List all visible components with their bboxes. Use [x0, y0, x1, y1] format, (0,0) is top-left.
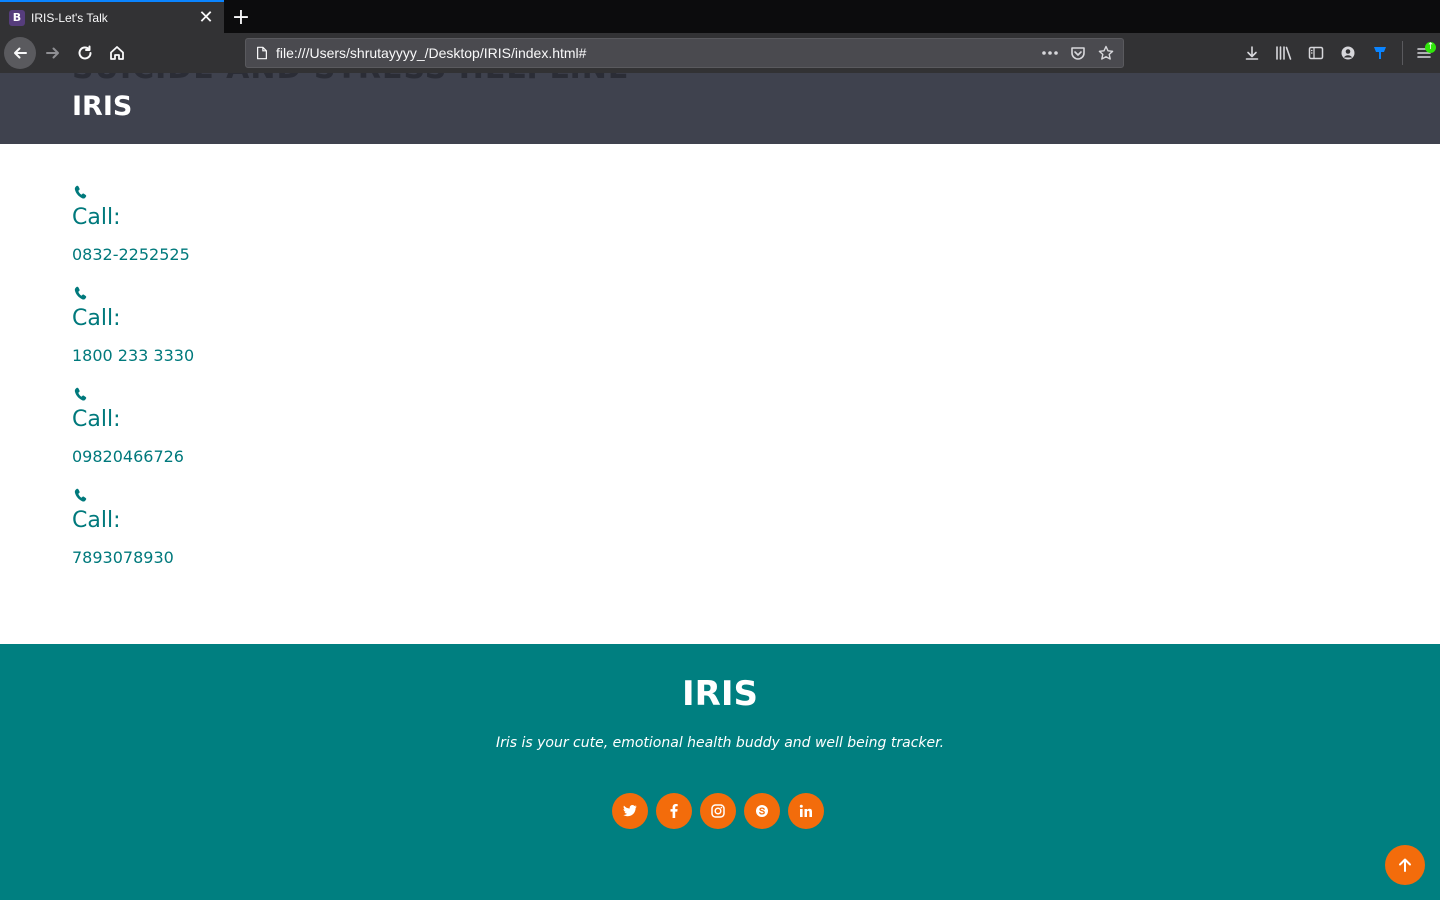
- footer-brand: IRIS: [682, 674, 758, 714]
- instagram-icon[interactable]: [700, 793, 736, 829]
- pocket-icon[interactable]: [1067, 42, 1089, 64]
- footer-tagline: Iris is your cute, emotional health budd…: [495, 735, 945, 751]
- browser-tab-active[interactable]: B IRIS-Let's Talk ✕: [0, 0, 224, 33]
- facebook-icon[interactable]: [656, 793, 692, 829]
- address-bar[interactable]: file:///Users/shrutayyyy_/Desktop/IRIS/i…: [245, 38, 1124, 68]
- tab-title: IRIS-Let's Talk: [31, 10, 108, 25]
- reload-icon[interactable]: [69, 37, 101, 69]
- phone-icon: [74, 185, 87, 199]
- forward-arrow-icon[interactable]: [37, 37, 69, 69]
- arrow-up-icon: [1399, 858, 1411, 872]
- phone-icon: [74, 488, 87, 502]
- phone-number-link[interactable]: 7893078930: [72, 548, 174, 567]
- call-label: Call:: [72, 205, 121, 230]
- linkedin-icon[interactable]: [788, 793, 824, 829]
- call-label: Call:: [72, 407, 121, 432]
- skype-icon[interactable]: [744, 793, 780, 829]
- back-arrow-icon[interactable]: [4, 37, 36, 69]
- close-tab-icon[interactable]: ✕: [196, 7, 216, 28]
- download-icon[interactable]: [1236, 37, 1268, 69]
- header-brand-logo[interactable]: IRIS: [72, 91, 132, 122]
- library-icon[interactable]: [1268, 37, 1300, 69]
- call-label: Call:: [72, 508, 121, 533]
- helpline-heading: SUICIDE AND STRESS HELPLINE: [72, 73, 629, 86]
- update-badge-icon: ↑: [1425, 42, 1436, 53]
- page-icon: [254, 45, 270, 61]
- bootstrap-favicon-icon: B: [9, 9, 25, 26]
- social-links: [612, 793, 824, 829]
- phone-number-link[interactable]: 1800 233 3330: [72, 346, 194, 365]
- new-tab-icon[interactable]: +: [228, 4, 254, 30]
- call-label: Call:: [72, 306, 121, 331]
- phone-number-link[interactable]: 09820466726: [72, 447, 184, 466]
- back-to-top-button[interactable]: [1385, 845, 1425, 885]
- page-viewport: SUICIDE AND STRESS HELPLINE IRIS Call: 0…: [0, 73, 1440, 900]
- phone-icon: [74, 387, 87, 401]
- sidebar-icon[interactable]: [1300, 37, 1332, 69]
- page-header: SUICIDE AND STRESS HELPLINE IRIS: [0, 73, 1440, 144]
- twitter-icon[interactable]: [612, 793, 648, 829]
- more-dots-icon[interactable]: [1039, 42, 1061, 64]
- tab-bar: B IRIS-Let's Talk ✕ +: [0, 0, 1440, 33]
- url-text[interactable]: file:///Users/shrutayyyy_/Desktop/IRIS/i…: [276, 45, 1039, 61]
- home-icon[interactable]: [101, 37, 133, 69]
- navigation-toolbar: file:///Users/shrutayyyy_/Desktop/IRIS/i…: [0, 33, 1440, 73]
- hamburger-menu-icon[interactable]: ↑: [1408, 37, 1440, 69]
- phone-number-link[interactable]: 0832-2252525: [72, 245, 190, 264]
- phone-icon: [74, 286, 87, 300]
- extension-icon[interactable]: [1364, 37, 1396, 69]
- footer: IRIS Iris is your cute, emotional health…: [0, 644, 1440, 900]
- star-icon[interactable]: [1095, 42, 1117, 64]
- account-icon[interactable]: [1332, 37, 1364, 69]
- toolbar-separator: [1396, 37, 1408, 69]
